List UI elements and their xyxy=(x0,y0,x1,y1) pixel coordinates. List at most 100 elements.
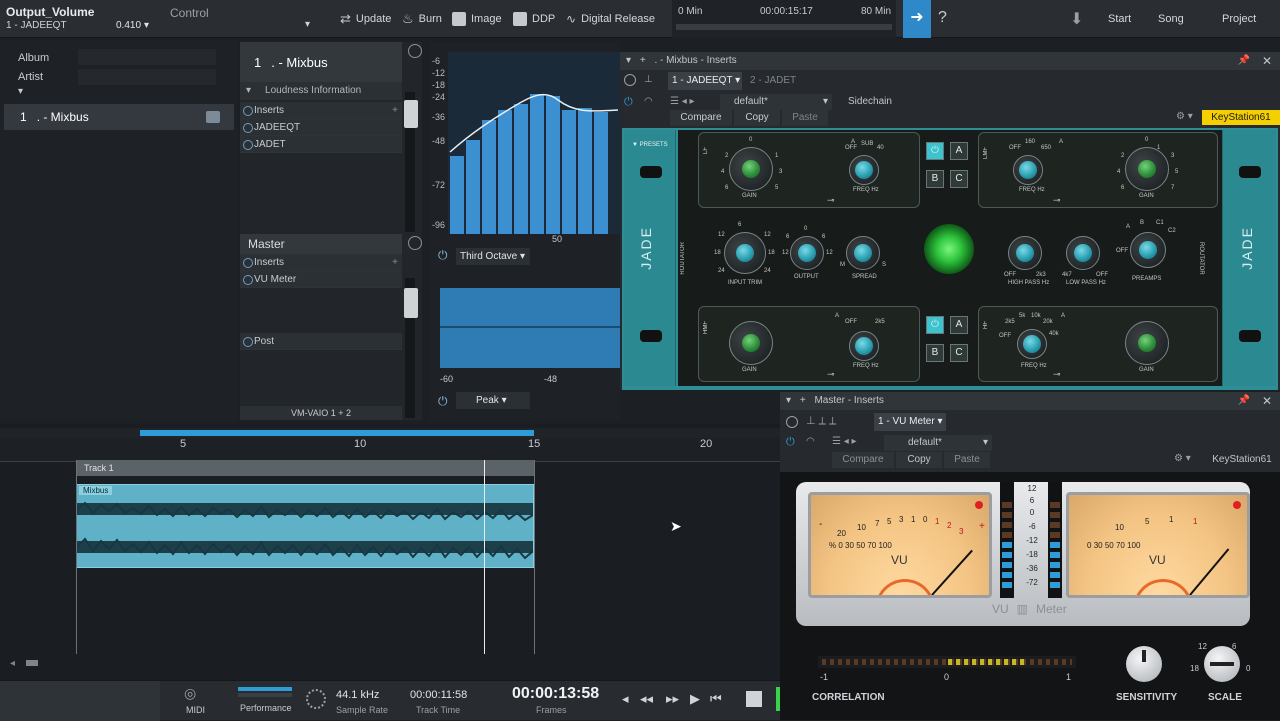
preset-list-icon[interactable]: ☰ ◂ ▸ xyxy=(832,436,857,447)
horizontal-scrollbar[interactable] xyxy=(26,660,38,666)
song-button[interactable]: Song xyxy=(1158,0,1184,38)
spread-knob[interactable] xyxy=(846,236,880,270)
value-dropdown[interactable]: 0.410 ▾ xyxy=(116,20,149,31)
window-titlebar[interactable]: ▾ + . - Mixbus - Inserts 📌 ✕ xyxy=(620,52,1280,70)
compare-button[interactable]: Compare xyxy=(832,452,894,468)
loop-range[interactable] xyxy=(140,430,534,436)
post-header[interactable]: Post xyxy=(240,333,402,350)
play-icon[interactable]: ▶ xyxy=(690,691,700,707)
scale-knob[interactable] xyxy=(1204,646,1240,682)
pin-icon[interactable]: 📌 xyxy=(1238,392,1250,410)
paste-button[interactable]: Paste xyxy=(782,110,828,126)
power-icon[interactable]: ⏻ xyxy=(438,394,452,408)
playhead[interactable] xyxy=(484,460,485,654)
peak-mode-select[interactable]: Peak ▾ xyxy=(456,392,530,409)
lf-freq-knob[interactable] xyxy=(849,155,879,185)
mixbus-channel-header[interactable]: 1 . - Mixbus xyxy=(240,42,402,82)
track-header-bar[interactable]: Track 1 xyxy=(76,460,534,476)
jade-power-lamp[interactable] xyxy=(924,224,974,274)
preset-list-icon[interactable]: ☰ ◂ ▸ xyxy=(670,96,695,107)
project-button[interactable]: Project xyxy=(1222,0,1256,38)
pin-icon[interactable]: 📌 xyxy=(1238,52,1250,70)
inserts-header[interactable]: Inserts + xyxy=(240,102,402,119)
hf-freq-knob[interactable] xyxy=(1017,329,1047,359)
audio-clip[interactable]: Mixbus xyxy=(76,484,534,568)
help-button[interactable]: ? xyxy=(938,9,947,27)
sidechain-button[interactable]: Sidechain xyxy=(848,96,892,107)
mixbus-fader-handle[interactable] xyxy=(404,100,418,128)
clock-icon[interactable] xyxy=(408,44,422,58)
inserts-header[interactable]: Inserts + xyxy=(240,254,402,271)
hf-gain-knob[interactable] xyxy=(1125,321,1169,365)
power-toggle[interactable]: ⏻ xyxy=(926,142,944,160)
album-field[interactable] xyxy=(78,49,216,65)
switch-c[interactable]: C xyxy=(950,170,968,188)
close-icon[interactable]: ✕ xyxy=(1262,392,1272,410)
master-fader-handle[interactable] xyxy=(404,288,418,318)
gear-icon[interactable]: ⚙ ▾ xyxy=(1176,111,1193,122)
keyboard-select[interactable]: KeyStation61 xyxy=(1204,452,1280,467)
rewind-icon[interactable]: ◂◂ xyxy=(640,691,653,707)
scroll-left-icon[interactable]: ◂ xyxy=(10,658,15,669)
routing-icon[interactable]: ⊥ xyxy=(644,74,658,86)
power-icon[interactable]: ⏻ xyxy=(438,248,452,262)
power-icon[interactable]: ⏻ xyxy=(624,96,633,109)
lmf-freq-knob[interactable] xyxy=(1013,155,1043,185)
plus-icon[interactable]: + xyxy=(640,55,646,66)
low-pass-knob[interactable] xyxy=(1066,236,1100,270)
routing-icon[interactable]: ⊥ ⟂ ⟂ xyxy=(806,414,836,428)
previous-icon[interactable]: ◂ xyxy=(622,691,629,707)
preset-select[interactable]: default* ▾ xyxy=(720,94,832,110)
close-icon[interactable]: ✕ xyxy=(1262,52,1272,70)
high-pass-knob[interactable] xyxy=(1008,236,1042,270)
presets-button[interactable]: ▼ PRESETS xyxy=(632,142,668,148)
power-toggle[interactable]: ⏻ xyxy=(926,316,944,334)
time-ruler[interactable]: 5 10 15 20 xyxy=(0,438,780,462)
automation-icon[interactable]: ◠ xyxy=(644,96,653,107)
plus-icon[interactable]: + xyxy=(800,395,806,406)
switch-a[interactable]: A xyxy=(950,142,968,160)
automation-icon[interactable]: ◠ xyxy=(806,436,815,447)
artist-field[interactable] xyxy=(78,69,216,85)
switch-b[interactable]: B xyxy=(926,344,944,362)
keyboard-select[interactable]: KeyStation61 xyxy=(1202,110,1280,125)
copy-button[interactable]: Copy xyxy=(734,110,780,126)
gear-icon[interactable]: ⚙ ▾ xyxy=(1174,453,1191,464)
start-button[interactable]: Start xyxy=(1108,0,1131,38)
insert-slot-jadet[interactable]: JADET xyxy=(240,136,402,153)
tab-jadeeqt[interactable]: 1 - JADEEQT ▾ xyxy=(668,72,742,90)
skip-start-icon[interactable]: ⏮ xyxy=(710,691,722,707)
switch-b[interactable]: B xyxy=(926,170,944,188)
sensitivity-knob[interactable] xyxy=(1126,646,1162,682)
preset-select[interactable]: default* ▾ xyxy=(884,435,992,451)
loudness-info[interactable]: ▾ Loudness Information xyxy=(240,82,402,100)
window-titlebar[interactable]: ▾ + Master - Inserts 📌 ✕ xyxy=(780,392,1280,410)
insert-slot-jadeeqt[interactable]: JADEEQT xyxy=(240,119,402,136)
power-icon[interactable]: ⏻ xyxy=(786,436,795,449)
chevron-down-icon[interactable]: ▾ xyxy=(305,19,310,30)
output-knob[interactable] xyxy=(790,236,824,270)
burn-button[interactable]: ♨ Burn xyxy=(402,0,442,38)
hmf-freq-knob[interactable] xyxy=(849,331,879,361)
stop-button[interactable] xyxy=(746,691,762,707)
tab-jadet[interactable]: 2 - JADET xyxy=(746,72,800,90)
plus-icon[interactable]: + xyxy=(392,254,398,271)
arrow-right-icon[interactable]: ➜ xyxy=(903,0,931,38)
copy-button[interactable]: Copy xyxy=(896,452,942,468)
lf-gain-knob[interactable] xyxy=(729,147,773,191)
clock-icon[interactable] xyxy=(786,416,798,428)
image-button[interactable]: Image xyxy=(452,0,502,38)
clock-icon[interactable] xyxy=(624,74,636,86)
input-trim-knob[interactable] xyxy=(724,232,766,274)
hmf-gain-knob[interactable] xyxy=(729,321,773,365)
output-label[interactable]: VM-VAIO 1 + 2 xyxy=(240,406,402,420)
download-icon[interactable]: ⬇ xyxy=(1070,9,1083,29)
compare-button[interactable]: Compare xyxy=(670,110,732,126)
clock-icon[interactable] xyxy=(408,236,422,250)
track-list-item[interactable]: 1 . - Mixbus xyxy=(4,104,234,130)
fast-forward-icon[interactable]: ▸▸ xyxy=(666,691,679,707)
digital-release-button[interactable]: ∿ Digital Release xyxy=(566,0,655,38)
ddp-button[interactable]: DDP xyxy=(513,0,555,38)
analyzer-mode-select[interactable]: Third Octave ▾ xyxy=(456,248,530,265)
master-channel-header[interactable]: Master xyxy=(240,234,402,254)
